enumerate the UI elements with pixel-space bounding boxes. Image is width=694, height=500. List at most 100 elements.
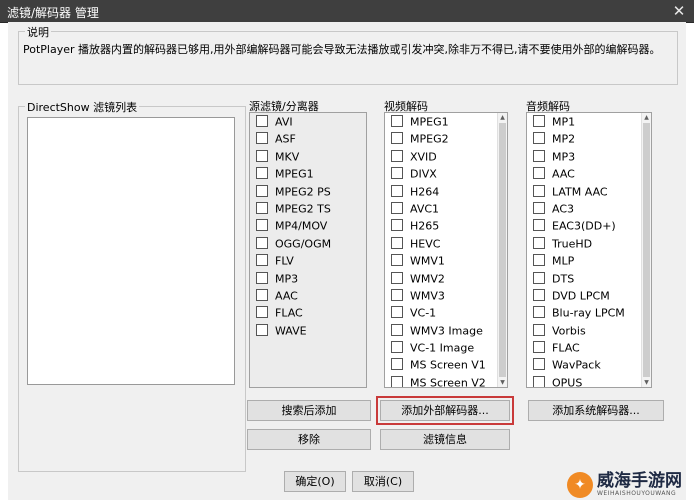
checkbox[interactable] — [256, 306, 268, 319]
list-item[interactable]: MP3 — [250, 270, 366, 287]
list-item[interactable]: TrueHD — [527, 235, 651, 252]
list-item[interactable]: WMV1 — [385, 252, 507, 269]
list-item[interactable]: H264 — [385, 183, 507, 200]
checkbox[interactable] — [533, 115, 545, 127]
video-decoder-list[interactable]: ▲ ▼ MPEG1 MPEG2 XVID DIVX H264 AVC1 H265 HEVC WM… — [384, 112, 508, 388]
list-item[interactable]: AAC — [250, 287, 366, 304]
checkbox[interactable] — [533, 167, 545, 180]
checkbox[interactable] — [533, 149, 545, 162]
checkbox[interactable] — [391, 201, 403, 214]
list-item[interactable]: MP2 — [527, 130, 651, 147]
list-item[interactable]: MP4/MOV — [250, 217, 366, 234]
checkbox[interactable] — [391, 236, 403, 249]
list-item[interactable]: MPEG2 PS — [250, 183, 366, 200]
checkbox[interactable] — [391, 271, 403, 284]
remove-button[interactable]: 移除 — [247, 429, 371, 450]
search-add-button[interactable]: 搜索后添加 — [247, 400, 371, 421]
checkbox[interactable] — [391, 306, 403, 319]
add-external-decoder-button[interactable]: 添加外部解码器... — [376, 396, 514, 425]
list-item[interactable]: WMV3 — [385, 287, 507, 304]
list-item[interactable]: VC-1 Image — [385, 339, 507, 356]
list-item[interactable]: Vorbis — [527, 322, 651, 339]
checkbox[interactable] — [256, 184, 268, 197]
list-item[interactable]: DTS — [527, 270, 651, 287]
checkbox[interactable] — [391, 341, 403, 354]
list-item[interactable]: DVD LPCM — [527, 287, 651, 304]
cancel-button[interactable]: 取消(C) — [352, 471, 414, 492]
list-item[interactable]: WMV2 — [385, 270, 507, 287]
checkbox[interactable] — [533, 323, 545, 336]
list-item[interactable]: WMV3 Image — [385, 322, 507, 339]
checkbox[interactable] — [256, 219, 268, 232]
checkbox[interactable] — [533, 341, 545, 354]
list-item[interactable]: AVI — [250, 113, 366, 130]
list-item[interactable]: H265 — [385, 217, 507, 234]
list-item[interactable]: MLP — [527, 252, 651, 269]
list-item[interactable]: OGG/OGM — [250, 235, 366, 252]
list-item[interactable]: MPEG2 — [385, 130, 507, 147]
audio-decoder-list[interactable]: ▲ ▼ MP1 MP2 MP3 AAC LATM AAC AC3 EAC3(DD+) True… — [526, 112, 652, 388]
list-item[interactable]: XVID — [385, 148, 507, 165]
checkbox[interactable] — [533, 184, 545, 197]
checkbox[interactable] — [256, 132, 268, 145]
list-item[interactable]: WAVE — [250, 322, 366, 339]
list-item[interactable]: AC3 — [527, 200, 651, 217]
checkbox[interactable] — [256, 201, 268, 214]
checkbox[interactable] — [391, 115, 403, 127]
directshow-filter-list[interactable] — [27, 117, 235, 385]
list-item[interactable]: MKV — [250, 148, 366, 165]
add-system-decoder-button[interactable]: 添加系统解码器... — [528, 400, 664, 421]
checkbox[interactable] — [533, 306, 545, 319]
list-item[interactable]: MS Screen V1 — [385, 356, 507, 373]
list-item[interactable]: MS Screen V2 — [385, 374, 507, 387]
list-item[interactable]: MPEG1 — [250, 165, 366, 182]
list-item[interactable]: OPUS — [527, 374, 651, 387]
checkbox[interactable] — [533, 201, 545, 214]
list-item[interactable]: ASF — [250, 130, 366, 147]
list-item[interactable]: MPEG2 TS — [250, 200, 366, 217]
ok-button[interactable]: 确定(O) — [284, 471, 346, 492]
list-item[interactable]: FLAC — [527, 339, 651, 356]
list-item[interactable]: DIVX — [385, 165, 507, 182]
checkbox[interactable] — [391, 254, 403, 267]
list-item[interactable]: FLAC — [250, 304, 366, 321]
checkbox[interactable] — [533, 375, 545, 387]
checkbox[interactable] — [533, 358, 545, 371]
checkbox[interactable] — [391, 358, 403, 371]
checkbox[interactable] — [391, 149, 403, 162]
checkbox[interactable] — [533, 254, 545, 267]
close-icon[interactable]: ✕ — [670, 3, 688, 19]
checkbox[interactable] — [256, 167, 268, 180]
checkbox[interactable] — [391, 184, 403, 197]
checkbox[interactable] — [391, 375, 403, 387]
checkbox[interactable] — [256, 323, 268, 336]
list-item[interactable]: VC-1 — [385, 304, 507, 321]
list-item[interactable]: AAC — [527, 165, 651, 182]
list-item[interactable]: LATM AAC — [527, 183, 651, 200]
checkbox[interactable] — [391, 288, 403, 301]
list-item[interactable]: AVC1 — [385, 200, 507, 217]
checkbox[interactable] — [391, 219, 403, 232]
list-item[interactable]: FLV — [250, 252, 366, 269]
checkbox[interactable] — [533, 132, 545, 145]
list-item[interactable]: Blu-ray LPCM — [527, 304, 651, 321]
checkbox[interactable] — [533, 236, 545, 249]
checkbox[interactable] — [391, 323, 403, 336]
checkbox[interactable] — [533, 288, 545, 301]
list-item[interactable]: MP1 — [527, 113, 651, 130]
filter-info-button[interactable]: 滤镜信息 — [380, 429, 510, 450]
checkbox[interactable] — [256, 271, 268, 284]
checkbox[interactable] — [256, 149, 268, 162]
source-filter-list[interactable]: AVI ASF MKV MPEG1 MPEG2 PS MPEG2 TS MP4/MOV OGG… — [249, 112, 367, 388]
checkbox[interactable] — [256, 236, 268, 249]
list-item[interactable]: EAC3(DD+) — [527, 217, 651, 234]
list-item[interactable]: HEVC — [385, 235, 507, 252]
list-item[interactable]: MP3 — [527, 148, 651, 165]
checkbox[interactable] — [256, 288, 268, 301]
list-item[interactable]: WavPack — [527, 356, 651, 373]
checkbox[interactable] — [256, 115, 268, 127]
checkbox[interactable] — [391, 167, 403, 180]
checkbox[interactable] — [256, 254, 268, 267]
list-item[interactable]: MPEG1 — [385, 113, 507, 130]
checkbox[interactable] — [533, 219, 545, 232]
